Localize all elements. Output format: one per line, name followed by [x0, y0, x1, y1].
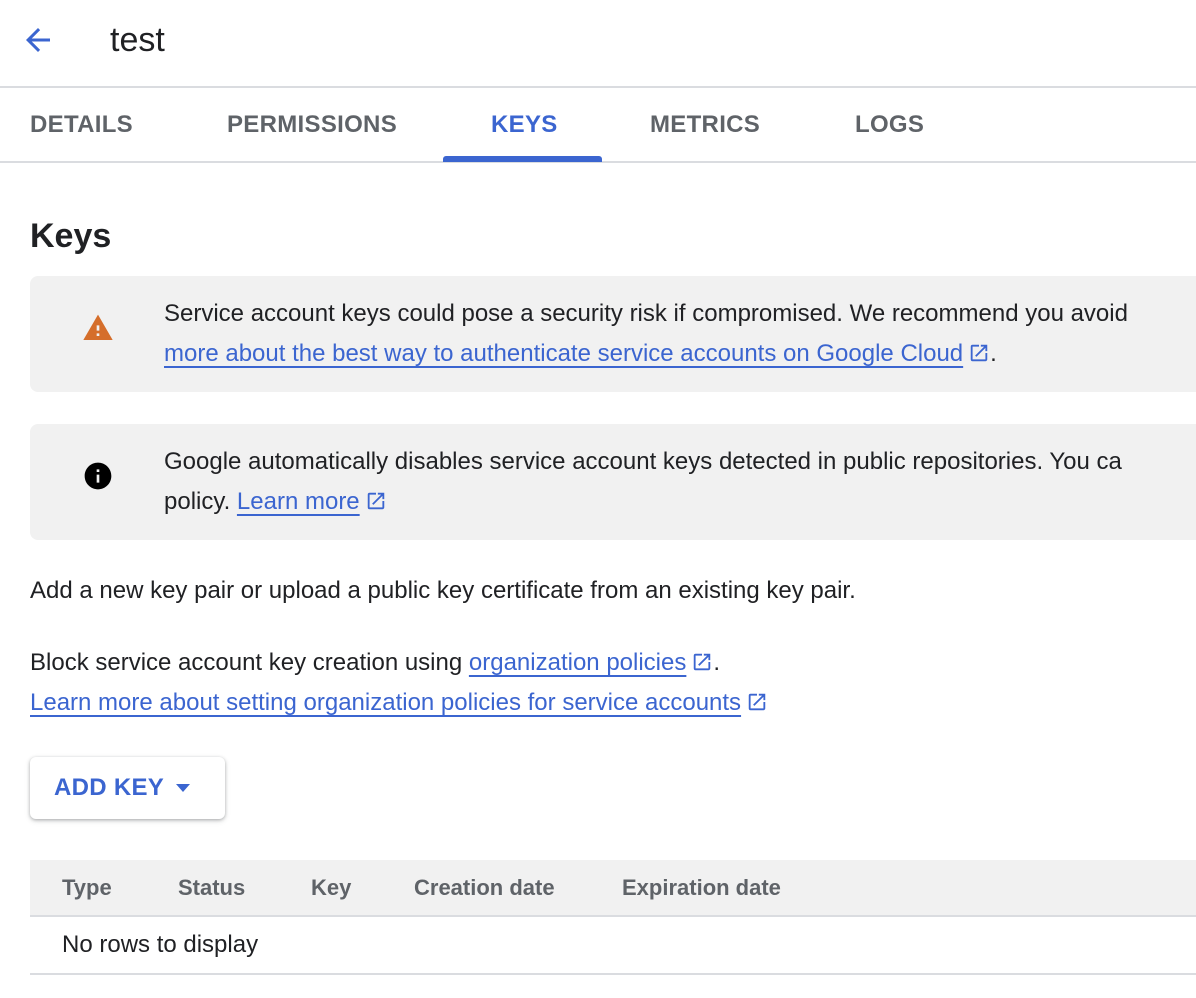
- external-link-icon: [367, 492, 384, 510]
- warning-suffix: .: [990, 340, 997, 367]
- column-header-type[interactable]: Type: [62, 860, 112, 916]
- tab-metrics[interactable]: METRICS: [650, 88, 760, 161]
- info-line-2-prefix: policy.: [164, 488, 231, 515]
- column-header-status[interactable]: Status: [178, 860, 245, 916]
- org-policy-learn-more-link[interactable]: Learn more about setting organization po…: [30, 689, 741, 716]
- org-policy-line-1: Block service account key creation using…: [30, 643, 768, 683]
- table-header: Type Status Key Creation date Expiration…: [30, 860, 1196, 917]
- add-key-button[interactable]: ADD KEY: [30, 757, 225, 819]
- column-header-creation-date[interactable]: Creation date: [414, 860, 555, 916]
- warning-line-2: more about the best way to authenticate …: [164, 334, 1196, 374]
- external-link-icon: [694, 653, 711, 671]
- add-key-label: ADD KEY: [54, 774, 165, 801]
- back-button[interactable]: [14, 20, 62, 60]
- tab-details[interactable]: DETAILS: [30, 88, 133, 161]
- tab-bar: DETAILS PERMISSIONS KEYS METRICS LOGS: [0, 88, 1196, 163]
- org-policy-suffix: .: [713, 649, 721, 676]
- active-tab-indicator: [443, 156, 602, 162]
- section-title: Keys: [30, 217, 112, 255]
- page-title: test: [110, 21, 165, 59]
- learn-more-link[interactable]: Learn more: [237, 488, 360, 515]
- auth-best-practices-link[interactable]: more about the best way to authenticate …: [164, 340, 963, 367]
- info-text: Google automatically disables service ac…: [164, 442, 1196, 522]
- warning-callout: Service account keys could pose a securi…: [30, 276, 1196, 392]
- column-header-expiration-date[interactable]: Expiration date: [622, 860, 781, 916]
- tab-logs[interactable]: LOGS: [855, 88, 924, 161]
- empty-message: No rows to display: [62, 931, 259, 958]
- info-line-1: Google automatically disables service ac…: [164, 448, 1122, 475]
- table-empty-row: No rows to display: [30, 917, 1196, 975]
- external-link-icon: [748, 693, 766, 711]
- warning-icon: [83, 314, 113, 340]
- arrow-back-icon: [26, 28, 50, 52]
- org-policy-text: Block service account key creation using…: [30, 643, 768, 723]
- warning-line-1: Service account keys could pose a securi…: [164, 300, 1128, 327]
- tab-permissions[interactable]: PERMISSIONS: [227, 88, 397, 161]
- external-link-icon: [970, 344, 988, 362]
- page-header: test: [0, 0, 1196, 88]
- org-policy-line-2: Learn more about setting organization po…: [30, 683, 768, 723]
- info-line-2: policy. Learn more: [164, 482, 1196, 522]
- info-callout: Google automatically disables service ac…: [30, 424, 1196, 540]
- organization-policies-link[interactable]: organization policies: [469, 649, 686, 676]
- warning-text: Service account keys could pose a securi…: [164, 294, 1196, 374]
- tab-keys[interactable]: KEYS: [491, 88, 558, 161]
- column-header-key[interactable]: Key: [311, 860, 351, 916]
- intro-text: Add a new key pair or upload a public ke…: [30, 577, 856, 604]
- org-policy-prefix: Block service account key creation using: [30, 649, 463, 676]
- info-icon: [84, 462, 112, 490]
- caret-down-icon: [176, 784, 190, 792]
- keys-table: Type Status Key Creation date Expiration…: [30, 860, 1196, 975]
